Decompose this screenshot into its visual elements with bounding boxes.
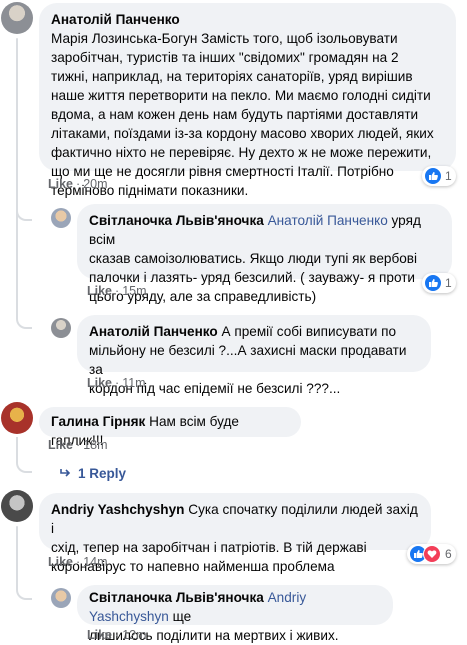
comment-meta: Like · 20m [48,177,108,191]
reaction-count: 1 [445,276,452,290]
avatar-svitlanochka[interactable] [51,588,71,608]
comment-bubble: Andriy Yashchyshyn Сука спочатку поділил… [39,493,431,574]
comment-meta: Like · 11m [87,376,146,390]
thread-connector [16,219,32,329]
timestamp[interactable]: 15m [122,284,146,298]
comment-author[interactable]: Світланочка Львів'яночка [89,590,264,605]
timestamp[interactable]: 20m [83,177,107,191]
reaction-summary[interactable]: 6 [407,544,456,564]
reaction-summary[interactable]: 1 [422,273,456,293]
comment-text-line: що ми ще не досягли рівня смертності Іта… [51,164,394,179]
replies-count[interactable]: 1 Reply [78,466,126,481]
comment-text-line: Andriy Yashchyshyn Сука спочатку поділил… [51,500,419,538]
thumbs-up-icon [424,274,442,292]
timestamp[interactable]: 12m [122,628,146,642]
like-button[interactable]: Like [87,376,112,390]
comment-text-line: фактично ніхто не перевіряє. Ну дехто ж … [51,145,432,160]
thumbs-up-icon [424,167,442,185]
avatar-anatolii[interactable] [1,2,33,34]
comment-bubble: Світланочка Львів'яночка Andriy Yashchys… [77,585,393,643]
comment-bubble: Анатолій Панченко А премії собі виписува… [77,315,431,396]
comment-text-line: мільйону не безсилі ?...А захисні маски … [89,343,407,377]
comment-bubble: Світланочка Львів'яночка Анатолій Панчен… [77,204,452,304]
comment-bubble: Галина Гірняк Нам всім буде гаплик!!! [39,407,301,448]
reply-arrow-icon [60,466,72,481]
like-button[interactable]: Like [48,438,73,452]
comment-author[interactable]: Andriy Yashchyshyn [51,502,184,517]
thread-connector [16,570,32,600]
comment-text-line: літаками, поїздами із-за кордону масово … [51,126,434,141]
like-button[interactable]: Like [87,628,112,642]
avatar-svitlanochka[interactable] [51,208,71,228]
thread-line [16,38,18,224]
comment-text-line: тижні, наприклад, на територіях санаторі… [51,69,413,84]
timestamp[interactable]: 18m [83,438,107,452]
comment-text-line: Марія Лозинська-Богун Замість того, щоб … [51,31,398,46]
comment-author[interactable]: Світланочка Львів'яночка [89,213,264,228]
like-button[interactable]: Like [48,555,73,569]
comment-meta: Like · 14m [48,555,108,569]
mention-tag[interactable]: Анатолій Панченко [268,213,388,228]
comment-text-line: заробітчан, туристів та інших "свідомих"… [51,50,399,65]
comment-bubble: Анатолій Панченко Марія Лозинська-Богун … [39,3,456,198]
comment-text-line: вдома, а нам кожен день нам будуть парті… [51,107,419,122]
comment-text-line: наше життя перетворити на пекло. Ми маєм… [51,88,431,103]
comment-author[interactable]: Анатолій Панченко [51,10,444,29]
avatar-anatolii[interactable] [51,318,71,338]
comment-author[interactable]: Анатолій Панченко [89,324,218,339]
comment-text-line: сказав самоізолюватись. Якщо люди тупі я… [89,251,418,266]
view-replies-link[interactable]: 1 Reply [60,466,126,481]
comment-text: ще [168,609,192,624]
comment-meta: Like · 18m [48,438,108,452]
comment-meta: Like · 12m [87,628,147,642]
comment-text-line: Анатолій Панченко А премії собі виписува… [89,322,419,341]
avatar-andriy[interactable] [1,490,33,522]
comment-author[interactable]: Галина Гірняк [51,414,145,429]
comment-text-line: Світланочка Львів'яночка Andriy Yashchys… [89,588,381,626]
avatar-halyna[interactable] [1,402,33,434]
comment-meta: Like · 15m [87,284,147,298]
like-button[interactable]: Like [48,177,73,191]
timestamp[interactable]: 11m [122,376,145,390]
comment-text: А премії собі виписувати по [217,324,397,339]
reaction-count: 6 [445,547,452,561]
comment-text-line: Світланочка Львів'яночка Анатолій Панчен… [89,211,440,249]
reaction-summary[interactable]: 1 [422,166,456,186]
reaction-count: 1 [445,169,452,183]
like-button[interactable]: Like [87,284,112,298]
comment-text-line: терміново піднімати показники. [51,183,249,198]
heart-icon [423,545,441,563]
timestamp[interactable]: 14m [83,555,107,569]
thread-connector [16,437,32,473]
